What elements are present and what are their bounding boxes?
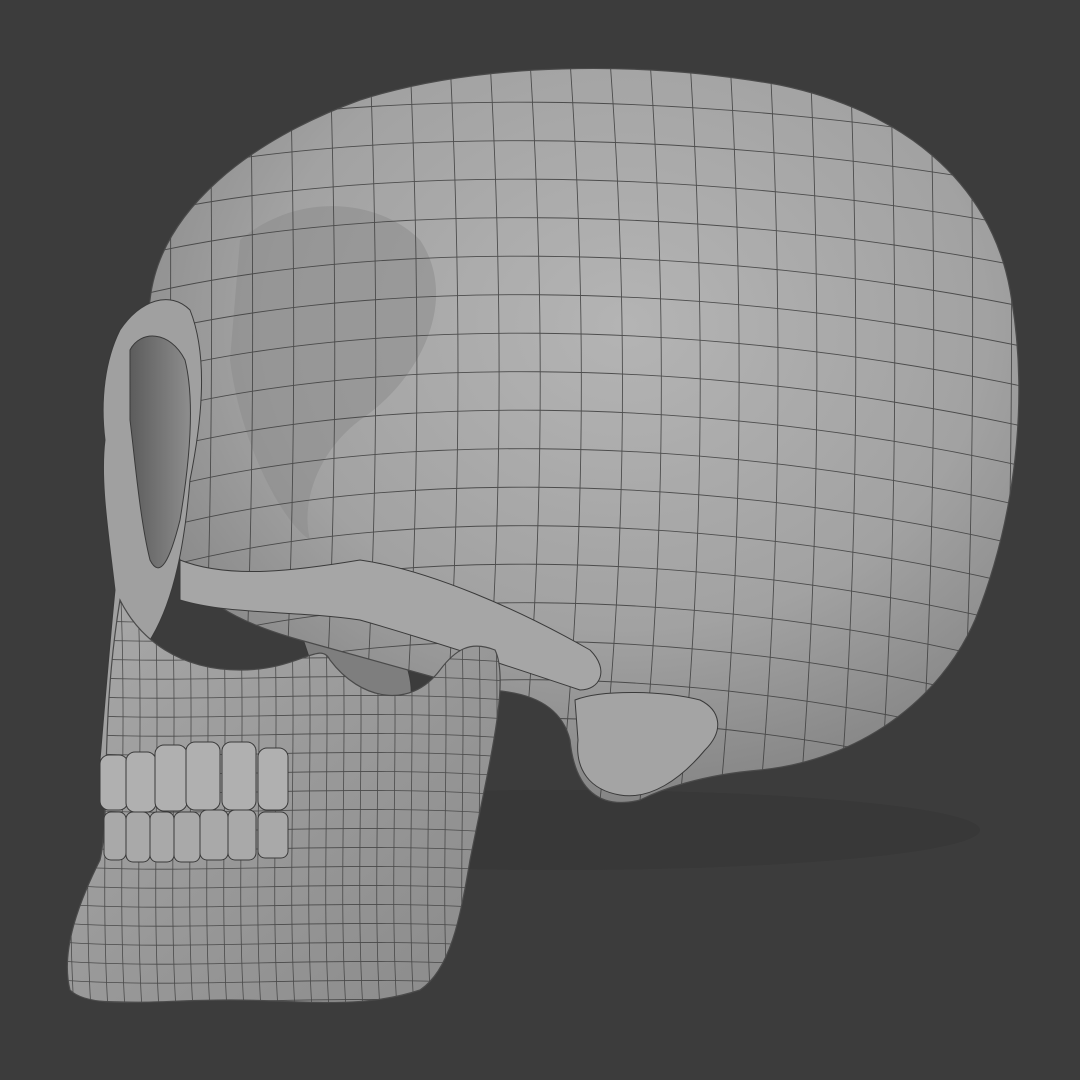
skull-render: [0, 0, 1080, 1080]
upper-tooth: [257, 747, 289, 811]
lower-tooth: [199, 809, 229, 861]
3d-viewport[interactable]: [0, 0, 1080, 1080]
upper-tooth: [99, 754, 129, 811]
lower-tooth: [227, 809, 257, 861]
lower-tooth: [149, 811, 175, 863]
upper-tooth: [221, 741, 257, 811]
upper-tooth: [185, 741, 221, 811]
lower-tooth: [173, 811, 201, 863]
teeth: [99, 741, 289, 863]
upper-tooth: [154, 744, 188, 812]
upper-tooth: [125, 751, 157, 813]
lower-tooth: [103, 811, 127, 861]
lower-tooth: [257, 811, 289, 859]
lower-tooth: [125, 811, 151, 863]
